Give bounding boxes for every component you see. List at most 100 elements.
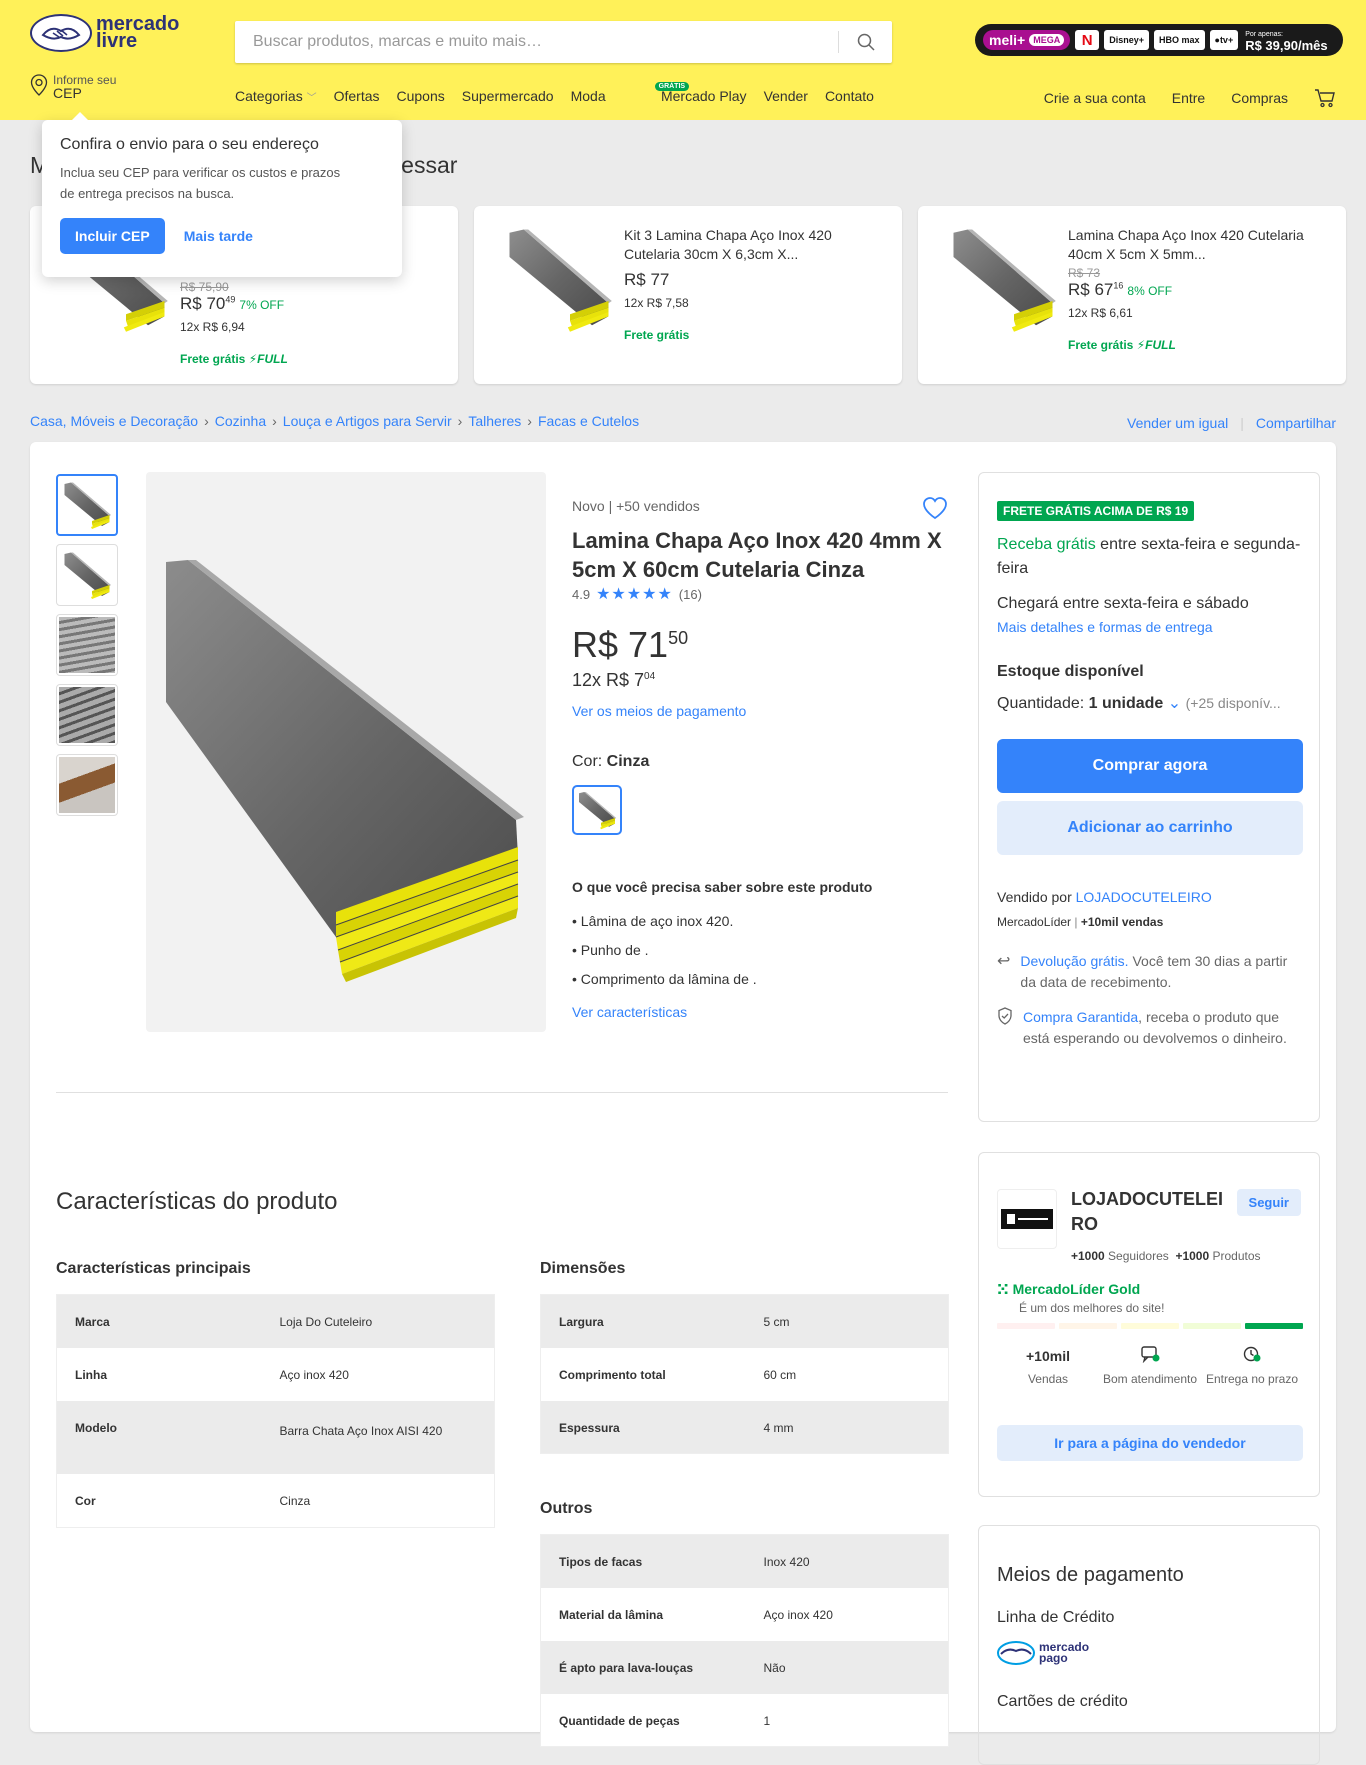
gallery-thumbnail[interactable]	[56, 474, 118, 536]
guarantee-perk: Compra Garantida, receba o produto que e…	[997, 1007, 1301, 1049]
table-row: Comprimento total 60 cm	[540, 1347, 949, 1401]
popup-title: Confira o envio para o seu endereço	[60, 136, 319, 153]
nav-contato[interactable]: Contato	[825, 88, 874, 104]
breadcrumb-item[interactable]: Facas e Cutelos	[538, 413, 639, 429]
mp-line2: pago	[1039, 1651, 1068, 1665]
reco-card[interactable]: Lamina Chapa Aço Inox 420 Cutelaria 40cm…	[918, 206, 1346, 384]
thermometer-level-1	[997, 1323, 1055, 1329]
dimensions-title: Dimensões	[540, 1260, 626, 1277]
qty-label: Quantidade:	[997, 695, 1089, 712]
clock-check-icon	[1201, 1345, 1303, 1367]
table-row: Espessura 4 mm	[540, 1400, 949, 1454]
share-link[interactable]: Compartilhar	[1256, 415, 1336, 431]
buy-now-button[interactable]: Comprar agora	[997, 739, 1303, 793]
product-thumbnail-image	[62, 550, 112, 600]
reco-name: Kit 3 Lamina Chapa Aço Inox 420 Cutelari…	[624, 227, 832, 262]
rating-value: 4.9	[572, 586, 591, 602]
chevron-right-icon: ›	[527, 413, 532, 429]
product-rating[interactable]: 4.9 ★★★★★ (16)	[572, 584, 948, 604]
gallery-thumbnail[interactable]	[56, 754, 118, 816]
nav-mercado-play[interactable]: GRÁTIS Mercado Play	[623, 82, 747, 104]
reco-price: R$ 77	[624, 270, 670, 289]
quantity-selector[interactable]: Quantidade: 1 unidade ⌄ (+25 disponív...	[997, 693, 1301, 713]
table-key: Marca	[75, 1315, 110, 1329]
seller-link[interactable]: LOJADOCUTELEIRO	[1076, 889, 1212, 905]
color-label-text: Cor:	[572, 753, 607, 770]
handshake-icon	[997, 1641, 1035, 1665]
color-swatch-cinza[interactable]	[572, 785, 622, 835]
reco-shipping-label: Frete grátis	[1068, 338, 1134, 352]
site-header: mercado livre meli+ MEGA N Disney+ HBO m…	[0, 0, 1366, 120]
arrival-info: Chegará entre sexta-feira e sábado	[997, 595, 1249, 612]
login-link[interactable]: Entre	[1172, 90, 1205, 106]
breadcrumb-item[interactable]: Cozinha	[215, 413, 266, 429]
nav-supermercado[interactable]: Supermercado	[462, 88, 554, 104]
product-main-image[interactable]	[146, 472, 546, 1032]
reco-discount: 8% OFF	[1127, 284, 1173, 298]
search-button[interactable]	[839, 21, 892, 63]
search-input[interactable]	[253, 21, 823, 63]
appletv-label: tv+	[1219, 35, 1234, 45]
highlight-item: Lâmina de aço inox 420.	[572, 913, 948, 929]
credit-cards-label: Cartões de crédito	[997, 1693, 1128, 1710]
sell-similar-link[interactable]: Vender um igual	[1127, 415, 1228, 431]
table-row: É apto para lava-louças Não	[540, 1640, 949, 1694]
reco-price: R$ 6716	[1068, 280, 1123, 299]
nav-ofertas[interactable]: Ofertas	[334, 88, 380, 104]
hbo-logo: HBO max	[1153, 30, 1205, 50]
meli-price: Por apenas: R$ 39,90/mês	[1245, 30, 1327, 52]
chevron-down-icon: ﹀	[306, 93, 317, 104]
chevron-down-icon: ⌄	[1167, 695, 1182, 712]
create-account-link[interactable]: Crie a sua conta	[1044, 90, 1146, 106]
table-key: Espessura	[559, 1420, 620, 1435]
table-value: Cinza	[279, 1493, 311, 1508]
table-row: Largura 5 cm	[540, 1294, 949, 1348]
nav-categorias[interactable]: Categorias ﹀	[235, 88, 317, 104]
seller-page-button[interactable]: Ir para a página do vendedor	[997, 1425, 1303, 1461]
view-characteristics-link[interactable]: Ver características	[572, 1004, 948, 1020]
seller-name[interactable]: LOJADOCUTELEIRO	[1071, 1187, 1231, 1237]
guarantee-link[interactable]: Compra Garantida	[1023, 1009, 1138, 1025]
nav-vender[interactable]: Vender	[764, 88, 808, 104]
gallery-thumbnail[interactable]	[56, 684, 118, 746]
cep-location[interactable]: Informe seu CEP	[30, 74, 116, 100]
seller-stats: +1000 Seguidores +1000 Produtos	[1071, 1249, 1261, 1263]
return-link[interactable]: Devolução grátis.	[1020, 953, 1128, 969]
seller-logo[interactable]	[997, 1189, 1057, 1249]
full-label: FULL	[1145, 338, 1176, 352]
mercadolider-gold: ⵘ MercadoLíder Gold	[997, 1281, 1140, 1298]
favorite-heart-icon[interactable]	[922, 496, 948, 523]
review-count: (16)	[678, 586, 702, 602]
nav-cupons[interactable]: Cupons	[397, 88, 445, 104]
sold-by-label: Vendido por	[997, 889, 1076, 905]
payment-methods-link[interactable]: Ver os meios de pagamento	[572, 703, 948, 719]
medal-icon: ⵘ	[997, 1281, 1009, 1297]
include-cep-button[interactable]: Incluir CEP	[60, 218, 165, 254]
table-key: Largura	[559, 1315, 604, 1329]
gallery-thumbnail[interactable]	[56, 544, 118, 606]
meli-brand: meli+	[989, 32, 1026, 48]
table-row: Modelo Barra Chata Aço Inox AISI 420	[56, 1400, 495, 1474]
later-button[interactable]: Mais tarde	[184, 228, 253, 244]
mercadolivre-logo[interactable]: mercado livre	[30, 14, 179, 52]
reco-discount: 7% OFF	[239, 298, 285, 312]
color-label: Cor: Cinza	[572, 753, 948, 771]
reco-card[interactable]: Kit 3 Lamina Chapa Aço Inox 420 Cutelari…	[474, 206, 902, 384]
reco-shipping: Frete grátis	[624, 328, 690, 342]
nav-categorias-label: Categorias	[235, 88, 303, 104]
follow-button[interactable]: Seguir	[1236, 1189, 1301, 1216]
breadcrumb-item[interactable]: Casa, Móveis e Decoração	[30, 413, 198, 429]
table-row: Cor Cinza	[56, 1473, 495, 1528]
nav-moda[interactable]: Moda	[571, 88, 606, 104]
meli-plus-banner[interactable]: meli+ MEGA N Disney+ HBO max ● tv+ Por ap…	[975, 24, 1343, 56]
leader-subtitle: É um dos melhores do site!	[1019, 1301, 1165, 1315]
credit-line-label: Linha de Crédito	[997, 1609, 1115, 1626]
shipping-details-link[interactable]: Mais detalhes e formas de entrega	[997, 619, 1301, 635]
breadcrumb-item[interactable]: Louça e Artigos para Servir	[283, 413, 452, 429]
breadcrumb-item[interactable]: Talheres	[468, 413, 521, 429]
cart-icon[interactable]	[1314, 88, 1336, 108]
gallery-thumbnail[interactable]	[56, 614, 118, 676]
table-key: Tipos de facas	[559, 1555, 643, 1569]
purchases-link[interactable]: Compras	[1231, 90, 1288, 106]
add-to-cart-button[interactable]: Adicionar ao carrinho	[997, 801, 1303, 855]
